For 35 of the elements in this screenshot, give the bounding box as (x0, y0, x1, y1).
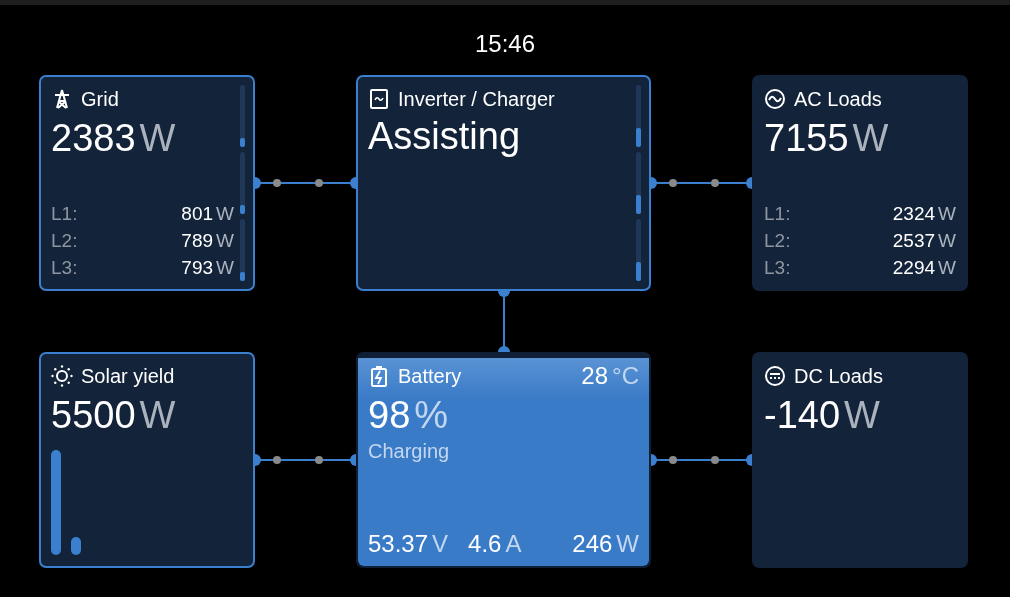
card-title: AC Loads (794, 87, 882, 111)
card-title: Grid (81, 87, 119, 111)
card-title: Solar yield (81, 364, 175, 388)
phase-label: L2: (51, 229, 79, 252)
phase-label: L2: (764, 229, 792, 252)
battery-reading: 53.37 V (368, 530, 449, 558)
battery-charging-icon (368, 365, 390, 387)
clock: 15:46 (473, 29, 537, 59)
phase-value: 2324W (892, 202, 956, 225)
phase-label: L1: (51, 202, 79, 225)
power-value: -140W (764, 393, 881, 438)
power-value: 7155W (764, 116, 890, 161)
phase-value: 793W (181, 256, 234, 279)
phase-label: L1: (764, 202, 792, 225)
phase-value: 2294W (892, 256, 956, 279)
phase-label: L3: (764, 256, 792, 279)
sun-icon (51, 365, 73, 387)
card-title: Battery (398, 364, 462, 388)
charge-value: 98% (368, 393, 450, 438)
phase-label: L3: (51, 256, 79, 279)
battery-state: Charging (368, 440, 451, 463)
inverter-icon (368, 88, 390, 110)
phase-value: 789 W (181, 229, 234, 252)
phase-value: 801 W (181, 202, 234, 225)
temperature: 28 °C (581, 362, 639, 390)
power-value: 2383W (51, 116, 177, 161)
battery-reading: 246 W (572, 530, 639, 558)
battery-reading: 4.6 A (468, 530, 522, 558)
phase-value: 2537 W (892, 229, 956, 252)
power-value: 5500W (51, 393, 177, 438)
sine-wave-icon (764, 88, 786, 110)
card-title: DC Loads (794, 364, 883, 388)
dc-icon (764, 365, 786, 387)
inverter-state: Assisting (368, 115, 522, 158)
card-title: Inverter / Charger (398, 87, 555, 111)
